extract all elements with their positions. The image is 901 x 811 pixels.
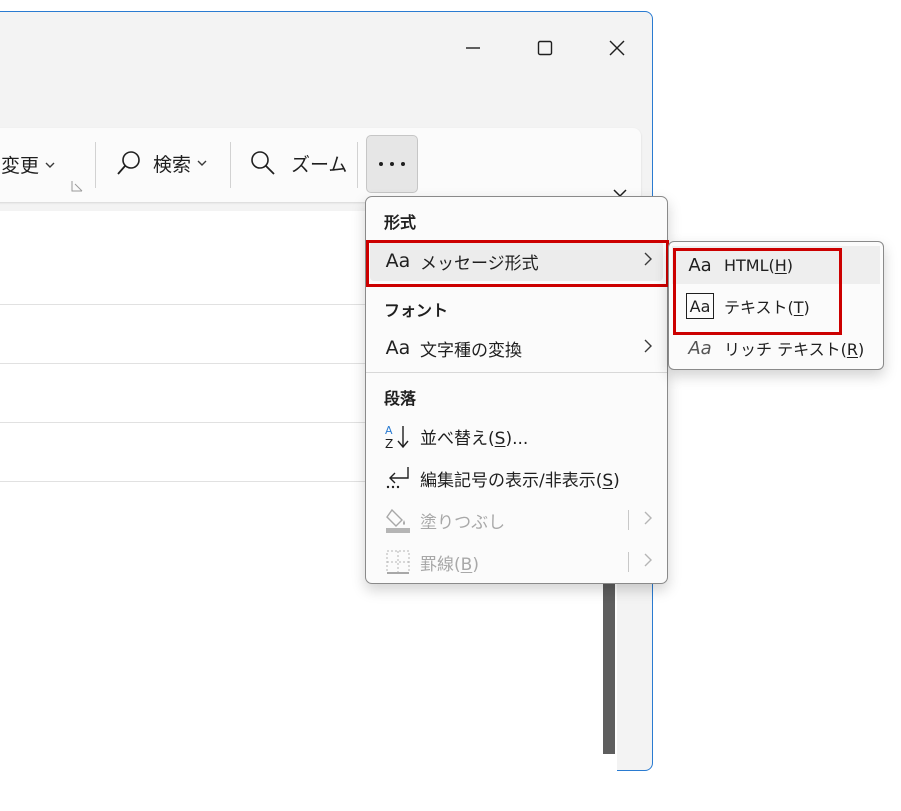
- format-text-label: テキスト(T): [724, 298, 810, 317]
- sort-label: 並べ替え(S)...: [420, 428, 529, 449]
- chevron-right-icon: [643, 251, 653, 271]
- shading-item[interactable]: 塗りつぶし: [370, 500, 663, 540]
- search-label: 検索: [153, 153, 192, 176]
- format-text-item[interactable]: Aa テキスト(T): [672, 287, 880, 325]
- font-header: フォント: [384, 301, 449, 320]
- chevron-right-icon: [643, 338, 653, 358]
- close-button[interactable]: [594, 30, 640, 66]
- change-label: 変更: [1, 155, 40, 177]
- dialog-launcher-icon[interactable]: [71, 180, 83, 192]
- paint-bucket-icon: [384, 506, 412, 534]
- format-rich-text-item[interactable]: Aa リッチ テキスト(R): [672, 329, 880, 367]
- more-options-menu: 形式 Aa メッセージ形式 フォント Aa 文字種の変換 段落 AZ 並べ替え(…: [365, 196, 669, 584]
- svg-text:Z: Z: [385, 437, 393, 450]
- ribbon-separator: [357, 142, 358, 188]
- split-divider: [628, 510, 629, 530]
- message-format-item[interactable]: Aa メッセージ形式: [370, 241, 663, 281]
- font-aa-icon: Aa: [385, 250, 411, 272]
- maximize-button[interactable]: [522, 30, 568, 66]
- show-hide-marks-item[interactable]: 編集記号の表示/非表示(S): [370, 458, 663, 498]
- borders-label: 罫線(B): [420, 554, 479, 575]
- font-aa-selected-icon: Aa: [686, 293, 714, 319]
- chevron-right-icon: [643, 510, 653, 530]
- zoom-label: ズーム: [291, 153, 348, 176]
- format-header: 形式: [384, 213, 417, 232]
- ellipsis-icon: [379, 162, 405, 166]
- more-options-button[interactable]: [366, 135, 418, 193]
- format-rich-text-label: リッチ テキスト(R): [724, 340, 865, 359]
- maximize-icon: [537, 40, 553, 56]
- sort-az-icon: AZ: [384, 422, 412, 450]
- message-format-submenu: Aa HTML(H) Aa テキスト(T) Aa リッチ テキスト(R): [668, 241, 884, 370]
- borders-icon: [384, 548, 412, 576]
- show-hide-marks-label: 編集記号の表示/非表示(S): [420, 470, 620, 491]
- search-button[interactable]: 検索: [115, 149, 208, 177]
- zoom-icon: [251, 151, 275, 175]
- format-html-label: HTML(H): [724, 255, 794, 275]
- change-case-item[interactable]: Aa 文字種の変換: [370, 328, 663, 368]
- menu-divider: [366, 372, 667, 373]
- close-icon: [609, 40, 625, 56]
- borders-item[interactable]: 罫線(B): [370, 542, 663, 582]
- formatting-marks-icon: [384, 464, 412, 492]
- font-aa-icon: Aa: [385, 337, 411, 359]
- minimize-icon: [466, 47, 480, 49]
- font-aa-icon: Aa: [688, 254, 712, 276]
- chevron-down-icon: [197, 160, 207, 166]
- chevron-right-icon: [643, 552, 653, 572]
- font-aa-italic-icon: Aa: [688, 337, 712, 359]
- scrollbar-thumb[interactable]: [603, 584, 615, 754]
- shading-label: 塗りつぶし: [420, 512, 506, 533]
- split-divider: [628, 552, 629, 572]
- ribbon-separator: [230, 142, 231, 188]
- paragraph-header: 段落: [384, 389, 417, 408]
- message-format-label: メッセージ形式: [420, 253, 539, 274]
- change-button[interactable]: 変更: [1, 151, 56, 178]
- chevron-down-icon: [45, 162, 55, 168]
- sort-item[interactable]: AZ 並べ替え(S)...: [370, 416, 663, 456]
- ribbon-toolbar: 変更 検索 ズーム: [0, 128, 641, 202]
- zoom-button[interactable]: ズーム: [249, 149, 347, 177]
- ribbon-separator: [95, 142, 96, 188]
- change-case-label: 文字種の変換: [420, 340, 522, 361]
- minimize-button[interactable]: [450, 30, 496, 66]
- format-html-item[interactable]: Aa HTML(H): [672, 246, 880, 284]
- search-icon: [117, 151, 140, 175]
- svg-text:A: A: [385, 424, 393, 437]
